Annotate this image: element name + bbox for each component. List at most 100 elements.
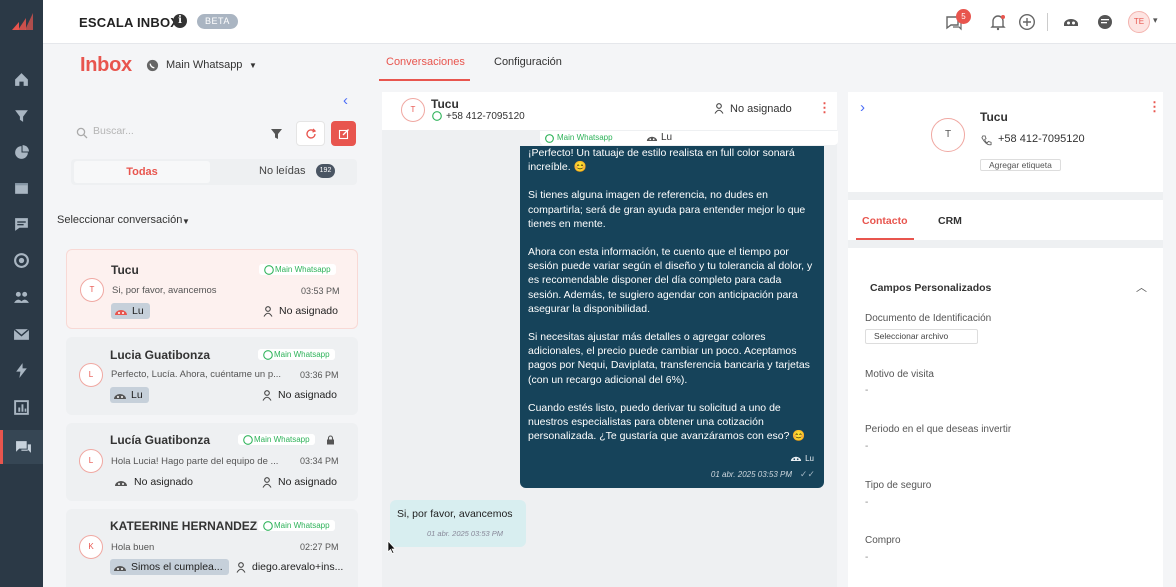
chat-icon[interactable] xyxy=(0,430,43,464)
field-value[interactable]: - xyxy=(865,441,868,452)
pie-chart-icon[interactable] xyxy=(0,135,43,169)
avatar: T xyxy=(931,118,965,152)
user-menu-chevron-icon[interactable]: ▾ xyxy=(1153,15,1158,26)
field-value[interactable]: - xyxy=(865,497,868,508)
assignee[interactable]: No asignado xyxy=(262,475,337,489)
home-icon[interactable] xyxy=(0,62,43,96)
conversation-name: Lucía Guatibonza xyxy=(110,433,211,447)
escala-logo-icon[interactable] xyxy=(9,8,35,34)
agent-tag[interactable]: Simos el cumplea... xyxy=(110,559,229,575)
channel-badge-label: Main Whatsapp xyxy=(254,435,310,444)
filter-icon[interactable] xyxy=(270,127,283,140)
conversation-name: Tucu xyxy=(111,263,139,277)
whatsapp-icon xyxy=(432,111,442,121)
field-value[interactable]: - xyxy=(865,385,868,396)
assignee-label: diego.arevalo+ins... xyxy=(252,561,344,573)
beta-badge: BETA xyxy=(197,14,238,29)
message-paragraph: Cuando estés listo, puedo derivar tu sol… xyxy=(528,401,806,443)
filter-icon[interactable] xyxy=(0,98,43,132)
contact-tabs: Contacto CRM xyxy=(848,200,1163,240)
conversation-item[interactable]: L Lucía Guatibonza Main Whatsapp Hola Lu… xyxy=(66,423,358,501)
custom-fields-title: Campos Personalizados xyxy=(870,282,992,294)
bot-icon xyxy=(115,480,127,486)
message-paragraph: Ahora con esta información, te cuento qu… xyxy=(528,246,813,315)
assignee-label: No asignado xyxy=(278,476,337,488)
message-paragraph: Si tienes alguna imagen de referencia, n… xyxy=(528,189,806,230)
field-value[interactable]: - xyxy=(865,552,868,563)
file-select-button[interactable]: Seleccionar archivo xyxy=(865,329,978,344)
chevron-down-icon[interactable]: ▼ xyxy=(182,217,190,226)
user-icon xyxy=(236,561,246,573)
support-chat-icon[interactable] xyxy=(1095,12,1115,32)
info-icon[interactable]: i xyxy=(173,14,187,28)
chart-icon[interactable] xyxy=(0,390,43,424)
user-icon xyxy=(263,305,273,317)
bell-icon[interactable] xyxy=(988,12,1008,32)
whatsapp-icon xyxy=(263,521,273,531)
custom-fields-section: Campos Personalizados ︿ Documento de Ide… xyxy=(848,248,1163,587)
expand-panel-chevron-icon[interactable]: › xyxy=(860,99,865,116)
agent-tag[interactable]: Lu xyxy=(111,303,150,319)
outgoing-message: ¡Perfecto! Un tatuaje de estilo realista… xyxy=(520,146,824,488)
agent-tag[interactable]: Lu xyxy=(110,387,149,403)
user-avatar[interactable]: TE xyxy=(1128,11,1150,33)
conversation-list-panel: Inbox Main Whatsapp ▼ ‹ Todas No leídas … xyxy=(43,45,369,587)
agent-tag-label: Simos el cumplea... xyxy=(131,561,223,573)
tab-conversations[interactable]: Conversaciones xyxy=(386,56,465,68)
field-label: Documento de Identificación xyxy=(865,313,992,324)
contact-card: › ⋮ T Tucu +58 412-7095120 Agregar etiqu… xyxy=(848,92,1163,192)
inbox-title: Inbox xyxy=(80,54,132,76)
mail-icon[interactable] xyxy=(0,317,43,351)
tab-configuration[interactable]: Configuración xyxy=(494,56,562,68)
conversation-time: 03:53 PM xyxy=(301,286,340,296)
assignee[interactable]: diego.arevalo+ins... xyxy=(236,560,343,574)
message-paragraph: ¡Perfecto! Un tatuaje de estilo realista… xyxy=(528,147,795,174)
message-agent: Lu xyxy=(805,454,814,463)
conversation-item[interactable]: K KATEERINE HERNANDEZ Main Whatsapp Hola… xyxy=(66,509,358,587)
user-icon xyxy=(714,103,724,114)
select-conversation-dropdown[interactable]: Seleccionar conversación xyxy=(57,214,182,226)
field-label: Motivo de visita xyxy=(865,369,934,380)
avatar: L xyxy=(79,363,103,387)
channel-badge-label: Main Whatsapp xyxy=(275,265,331,274)
edit-icon xyxy=(338,128,349,139)
conversation-filter-tabs: Todas No leídas 192 xyxy=(71,159,357,185)
conversation-item[interactable]: T Tucu Main Whatsapp Si, por favor, avan… xyxy=(66,249,358,329)
refresh-button[interactable] xyxy=(296,121,325,146)
tab-all[interactable]: Todas xyxy=(74,161,210,183)
bolt-icon[interactable] xyxy=(0,353,43,387)
collapse-chevron-up-icon[interactable]: ︿ xyxy=(1136,279,1147,295)
tab-unread[interactable]: No leídas xyxy=(259,165,305,177)
avatar: K xyxy=(79,535,103,559)
add-tag-button[interactable]: Agregar etiqueta xyxy=(980,159,1061,171)
assignee[interactable]: No asignado xyxy=(262,388,337,402)
contact-phone: +58 412-7095120 xyxy=(446,111,525,122)
more-options-icon[interactable]: ⋮ xyxy=(818,100,831,116)
conversation-preview: Hola buen xyxy=(111,542,155,553)
bot-icon xyxy=(646,136,658,141)
folder-icon[interactable] xyxy=(0,171,43,205)
message-icon[interactable] xyxy=(0,207,43,241)
avatar: T xyxy=(80,278,104,302)
conversation-time: 03:36 PM xyxy=(300,370,339,380)
conversation-item[interactable]: L Lucia Guatibonza Main Whatsapp Perfect… xyxy=(66,337,358,415)
assignee-selector[interactable]: No asignado xyxy=(730,103,792,115)
channel-selector[interactable]: Main Whatsapp xyxy=(166,59,242,71)
search-input[interactable] xyxy=(93,125,253,137)
new-conversation-button[interactable] xyxy=(331,121,356,146)
tab-crm[interactable]: CRM xyxy=(938,215,962,227)
users-icon[interactable] xyxy=(0,280,43,314)
assignee[interactable]: No asignado xyxy=(263,304,338,318)
tab-contact[interactable]: Contacto xyxy=(862,215,908,227)
add-icon[interactable] xyxy=(1017,12,1037,32)
bot-icon[interactable] xyxy=(1061,12,1081,32)
chat-panel: T Tucu +58 412-7095120 No asignado ⋮ Mai… xyxy=(382,92,838,587)
channel-badge-label: Main Whatsapp xyxy=(274,350,330,359)
conversation-name: KATEERINE HERNANDEZ xyxy=(110,519,258,533)
agent-tag[interactable]: No asignado xyxy=(114,475,193,489)
chevron-down-icon[interactable]: ▼ xyxy=(249,61,257,70)
collapse-panel-chevron-icon[interactable]: ‹ xyxy=(343,92,348,109)
topbar-divider xyxy=(1047,13,1048,31)
target-icon[interactable] xyxy=(0,243,43,277)
more-options-icon[interactable]: ⋮ xyxy=(1148,99,1161,115)
